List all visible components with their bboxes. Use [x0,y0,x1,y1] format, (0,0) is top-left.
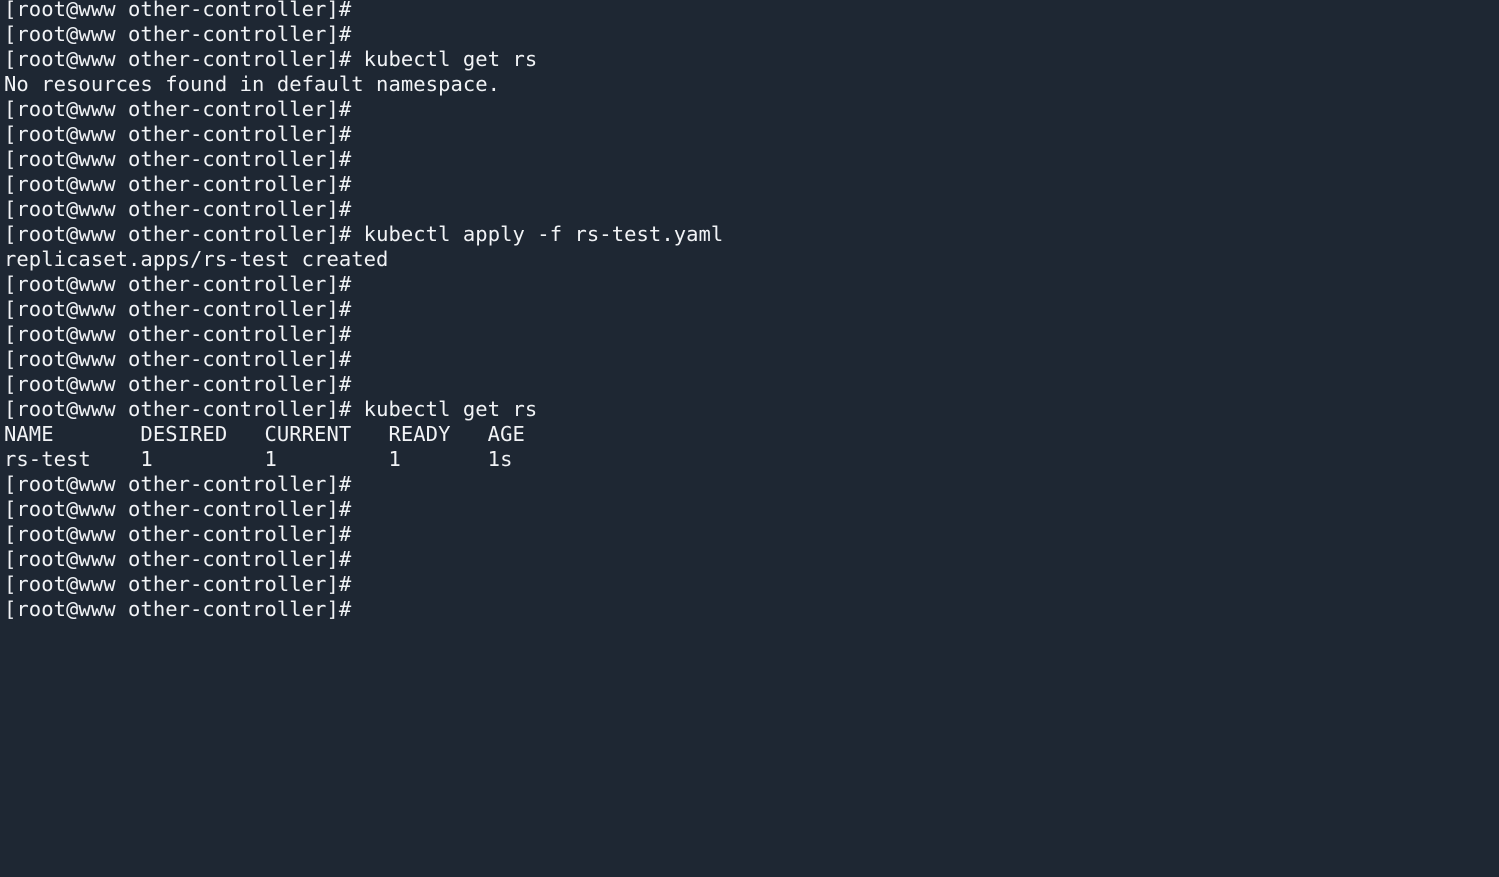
terminal-output-line: No resources found in default namespace. [4,72,723,97]
command-output-text: NAME DESIRED CURRENT READY AGE [4,422,525,446]
shell-prompt: [root@www other-controller]# [4,497,352,521]
shell-prompt: [root@www other-controller]# [4,572,352,596]
terminal-prompt-line: [root@www other-controller]# [4,197,723,222]
shell-prompt: [root@www other-controller]# [4,172,352,196]
terminal-prompt-line: [root@www other-controller]# [4,122,723,147]
terminal-prompt-line: [root@www other-controller]# [4,547,723,572]
terminal-window[interactable]: [root@www other-controller]# [root@www ot… [0,0,1499,877]
terminal-screen-buffer[interactable]: [root@www other-controller]# [root@www ot… [4,0,723,622]
terminal-prompt-line: [root@www other-controller]# [4,347,723,372]
terminal-prompt-line: [root@www other-controller]# [4,322,723,347]
terminal-output-line: NAME DESIRED CURRENT READY AGE [4,422,723,447]
shell-prompt: [root@www other-controller]# [4,197,352,221]
terminal-prompt-line: [root@www other-controller]# [4,297,723,322]
shell-prompt: [root@www other-controller]# [4,372,352,396]
terminal-prompt-line: [root@www other-controller]# [4,472,723,497]
shell-prompt: [root@www other-controller]# [4,0,352,21]
shell-command: kubectl get rs [351,397,538,421]
shell-command: kubectl get rs [351,47,538,71]
shell-prompt: [root@www other-controller]# [4,347,352,371]
command-output-text: replicaset.apps/rs-test created [4,247,389,271]
terminal-prompt-line: [root@www other-controller]# [4,0,723,22]
terminal-output-line: replicaset.apps/rs-test created [4,247,723,272]
terminal-prompt-line: [root@www other-controller]# [4,97,723,122]
terminal-prompt-line: [root@www other-controller]# [4,597,723,622]
terminal-prompt-line: [root@www other-controller]# [4,147,723,172]
shell-prompt: [root@www other-controller]# [4,472,352,496]
command-output-text: rs-test 1 1 1 1s [4,447,513,471]
terminal-prompt-line: [root@www other-controller]# [4,372,723,397]
terminal-prompt-line: [root@www other-controller]# [4,22,723,47]
shell-prompt: [root@www other-controller]# [4,522,352,546]
shell-prompt: [root@www other-controller]# [4,22,352,46]
shell-prompt: [root@www other-controller]# [4,322,352,346]
shell-prompt: [root@www other-controller]# [4,597,352,621]
shell-prompt: [root@www other-controller]# [4,47,352,71]
shell-prompt: [root@www other-controller]# [4,222,352,246]
terminal-prompt-line: [root@www other-controller]# [4,172,723,197]
shell-prompt: [root@www other-controller]# [4,547,352,571]
shell-prompt: [root@www other-controller]# [4,97,352,121]
shell-prompt: [root@www other-controller]# [4,297,352,321]
shell-command: kubectl apply -f rs-test.yaml [351,222,724,246]
terminal-prompt-line: [root@www other-controller]# [4,522,723,547]
terminal-output-line: rs-test 1 1 1 1s [4,447,723,472]
terminal-prompt-line: [root@www other-controller]# [4,272,723,297]
terminal-prompt-line: [root@www other-controller]# [4,572,723,597]
shell-prompt: [root@www other-controller]# [4,397,352,421]
terminal-prompt-line: [root@www other-controller]# kubectl app… [4,222,723,247]
shell-prompt: [root@www other-controller]# [4,147,352,171]
terminal-prompt-line: [root@www other-controller]# kubectl get… [4,47,723,72]
shell-prompt: [root@www other-controller]# [4,122,352,146]
terminal-prompt-line: [root@www other-controller]# kubectl get… [4,397,723,422]
terminal-prompt-line: [root@www other-controller]# [4,497,723,522]
command-output-text: No resources found in default namespace. [4,72,501,96]
shell-prompt: [root@www other-controller]# [4,272,352,296]
